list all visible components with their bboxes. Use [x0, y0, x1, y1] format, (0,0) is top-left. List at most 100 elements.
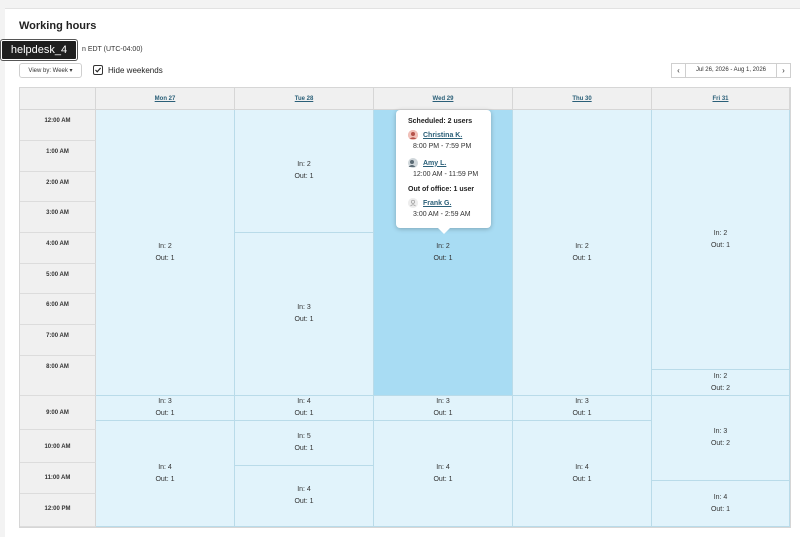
time-label: 1:00 AM	[20, 141, 96, 172]
in-count: In: 4	[713, 493, 728, 501]
user-hours: 8:00 PM - 7:59 PM	[413, 143, 472, 150]
time-label: 5:00 AM	[20, 264, 96, 294]
in-count: In: 3	[297, 304, 311, 311]
schedule-block[interactable]: In: 2 Out: 1	[235, 110, 374, 233]
in-count: In: 3	[575, 398, 589, 405]
schedule-block[interactable]: In: 4 Out: 1	[235, 396, 374, 421]
user-link-amy[interactable]: Amy L.	[423, 160, 446, 167]
scheduled-heading: Scheduled: 2 users	[408, 118, 473, 125]
in-count: In: 2	[297, 161, 311, 168]
schedule-block[interactable]: In: 3 Out: 2	[652, 396, 790, 481]
tooltip-user: Amy L.	[408, 158, 446, 168]
hide-weekends-checkbox[interactable]	[93, 65, 103, 75]
schedule-block[interactable]: In: 4 Out: 1	[235, 466, 374, 527]
out-count: Out: 1	[572, 410, 592, 417]
next-week-button[interactable]: ›	[776, 63, 791, 78]
schedule-tooltip: Scheduled: 2 users Christina K. 8:00 PM …	[396, 110, 491, 234]
prev-week-button[interactable]: ‹	[671, 63, 686, 78]
in-count: In: 4	[575, 463, 589, 471]
out-of-office-heading: Out of office: 1 user	[408, 186, 475, 193]
in-count: In: 2	[713, 229, 728, 237]
time-label: 8:00 AM	[20, 356, 96, 396]
time-label: 6:00 AM	[20, 294, 96, 325]
in-count: In: 4	[297, 398, 311, 405]
hide-weekends-label[interactable]: Hide weekends	[108, 66, 163, 75]
out-count: Out: 1	[294, 445, 314, 452]
out-count: Out: 1	[710, 241, 731, 249]
view-by-dropdown[interactable]: View by: Week ▾	[19, 63, 82, 78]
user-hours: 3:00 AM - 2:59 AM	[413, 211, 471, 218]
in-count: In: 4	[297, 486, 311, 493]
out-count: Out: 1	[572, 254, 592, 262]
in-count: In: 2	[158, 242, 172, 250]
avatar	[408, 158, 418, 168]
avatar	[408, 130, 418, 140]
avatar	[408, 198, 418, 208]
in-count: In: 3	[436, 398, 450, 405]
user-link-frank[interactable]: Frank G.	[423, 200, 451, 207]
out-count: Out: 1	[294, 173, 314, 180]
in-count: In: 4	[436, 463, 450, 471]
schedule-block[interactable]: In: 2 Out: 2	[652, 370, 790, 396]
time-label: 12:00 PM	[20, 494, 96, 527]
in-count: In: 3	[158, 398, 172, 405]
schedule-block[interactable]: In: 4 Out: 1	[374, 421, 513, 527]
schedule-block[interactable]: In: 4 Out: 1	[96, 421, 235, 527]
time-label: 11:00 AM	[20, 463, 96, 494]
out-count: Out: 1	[294, 316, 314, 323]
time-label: 9:00 AM	[20, 396, 96, 430]
user-placeholder-icon	[408, 198, 418, 208]
schedule-block[interactable]: In: 3 Out: 1	[235, 233, 374, 396]
day-header-wed[interactable]: Wed 29	[374, 88, 513, 110]
schedule-block[interactable]: In: 5 Out: 1	[235, 421, 374, 466]
corner-header	[20, 88, 96, 110]
schedule-block[interactable]: In: 3 Out: 1	[96, 396, 235, 421]
tooltip-user: Frank G.	[408, 198, 451, 208]
out-count: Out: 1	[155, 410, 175, 417]
user-photo-icon	[408, 158, 418, 168]
checkmark-icon	[95, 67, 102, 73]
out-count: Out: 2	[710, 440, 731, 447]
time-label: 3:00 AM	[20, 202, 96, 233]
time-label: 10:00 AM	[20, 430, 96, 463]
helpdesk-badge: helpdesk_4	[1, 40, 77, 60]
in-count: In: 5	[297, 433, 311, 440]
tooltip-user: Christina K.	[408, 130, 462, 140]
out-count: Out: 1	[294, 410, 314, 417]
day-header-tue[interactable]: Tue 28	[235, 88, 374, 110]
time-label: 4:00 AM	[20, 233, 96, 264]
day-header-mon[interactable]: Mon 27	[96, 88, 235, 110]
date-range-picker[interactable]: Jul 26, 2026 - Aug 1, 2026	[686, 63, 776, 78]
out-count: Out: 2	[710, 384, 731, 392]
schedule-block[interactable]: In: 2 Out: 1	[652, 110, 790, 370]
time-label: 2:00 AM	[20, 172, 96, 202]
in-count: In: 2	[436, 242, 450, 250]
day-header-thu[interactable]: Thu 30	[513, 88, 652, 110]
page-title: Working hours	[19, 20, 97, 32]
time-label: 7:00 AM	[20, 325, 96, 356]
schedule-block[interactable]: In: 4 Out: 1	[513, 421, 652, 527]
in-count: In: 4	[158, 463, 172, 471]
out-count: Out: 1	[433, 410, 453, 417]
in-count: In: 2	[575, 242, 589, 250]
in-count: In: 3	[713, 428, 728, 435]
out-count: Out: 1	[294, 498, 314, 505]
chevron-right-icon: ›	[782, 66, 785, 75]
time-label: 12:00 AM	[20, 110, 96, 141]
out-count: Out: 1	[433, 475, 453, 483]
schedule-block[interactable]: In: 3 Out: 1	[513, 396, 652, 421]
out-count: Out: 1	[572, 475, 592, 483]
user-link-christina[interactable]: Christina K.	[423, 132, 462, 139]
schedule-block[interactable]: In: 4 Out: 1	[652, 481, 790, 527]
user-photo-icon	[408, 130, 418, 140]
chevron-left-icon: ‹	[677, 66, 680, 75]
schedule-block[interactable]: In: 3 Out: 1	[374, 396, 513, 421]
user-hours: 12:00 AM - 11:59 PM	[413, 171, 479, 178]
in-count: In: 2	[713, 372, 728, 380]
out-count: Out: 1	[155, 475, 175, 483]
day-header-fri[interactable]: Fri 31	[652, 88, 790, 110]
schedule-block[interactable]: In: 2 Out: 1	[513, 110, 652, 396]
schedule-block[interactable]: In: 2 Out: 1	[96, 110, 235, 396]
out-count: Out: 1	[710, 505, 731, 513]
out-count: Out: 1	[433, 254, 453, 262]
